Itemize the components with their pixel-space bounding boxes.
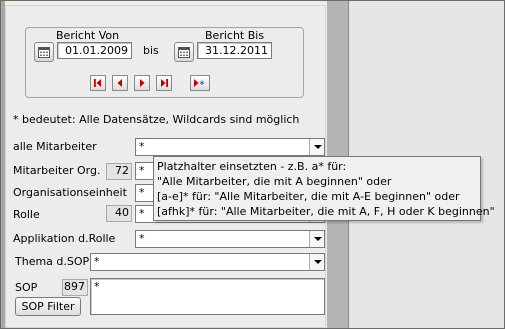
mitarbeiter-org-count: 72 <box>106 163 132 180</box>
alle-mitarbeiter-label: alle Mitarbeiter <box>13 140 97 153</box>
tooltip-line: "Alle Mitarbeiter, die mit A beginnen" o… <box>157 175 392 188</box>
tooltip-line: [a-e]* für: "Alle Mitarbeiter, die mit A… <box>157 190 460 203</box>
from-date-input[interactable]: 01.01.2009 <box>57 42 132 59</box>
chevron-down-icon[interactable] <box>309 254 324 270</box>
mitarbeiter-org-label: Mitarbeiter Org. <box>13 164 101 177</box>
first-record-button[interactable] <box>90 75 106 91</box>
rolle-label: Rolle <box>13 208 40 221</box>
last-record-button[interactable] <box>156 75 172 91</box>
tooltip-line: [afhk]* für: "Alle Mitarbeiter, die mit … <box>157 205 495 218</box>
previous-record-icon <box>117 79 122 87</box>
rolle-count: 40 <box>106 205 132 222</box>
tooltip-line: Platzhalter einsetzten - z.B. a* für: <box>157 160 347 173</box>
rolle-value: * <box>139 207 145 220</box>
alle-mitarbeiter-combo[interactable]: * <box>135 138 325 156</box>
thema-value: * <box>94 255 100 268</box>
chevron-down-icon[interactable] <box>309 231 324 247</box>
last-record-icon <box>161 79 168 87</box>
to-date-label: Bericht Bis <box>205 29 265 42</box>
applikation-value: * <box>139 232 145 245</box>
organisationseinheit-label: Organisationseinheit <box>13 186 127 199</box>
wildcard-hint: * bedeutet: Alle Datensätze, Wildcards s… <box>13 113 300 126</box>
sop-label: SOP <box>15 281 38 294</box>
organisationseinheit-value: * <box>139 186 145 199</box>
sop-filter-button[interactable]: SOP Filter <box>15 297 81 316</box>
previous-record-button[interactable] <box>112 75 128 91</box>
to-date-input[interactable]: 31.12.2011 <box>197 42 272 59</box>
new-record-button[interactable]: * <box>190 75 210 91</box>
next-record-icon <box>140 79 145 87</box>
wildcard-tooltip: Platzhalter einsetzten - z.B. a* für: "A… <box>153 156 495 221</box>
from-date-calendar-button[interactable] <box>34 42 54 62</box>
from-date-label: Bericht Von <box>56 29 120 42</box>
next-record-button[interactable] <box>134 75 150 91</box>
mitarbeiter-org-value: * <box>139 164 145 177</box>
calendar-icon <box>178 47 190 58</box>
svg-text:*: * <box>200 80 205 89</box>
sop-count: 897 <box>62 279 88 296</box>
calendar-icon <box>38 47 50 58</box>
between-label: bis <box>143 44 159 57</box>
thema-label: Thema d.SOP <box>15 255 90 268</box>
chevron-down-icon[interactable] <box>309 139 324 155</box>
first-record-icon <box>94 79 101 87</box>
sop-input[interactable]: * <box>90 278 325 315</box>
thema-combo[interactable]: * <box>90 253 325 271</box>
new-record-icon: * <box>194 79 205 89</box>
applikation-label: Applikation d.Rolle <box>13 232 116 245</box>
applikation-combo[interactable]: * <box>135 230 325 248</box>
to-date-calendar-button[interactable] <box>174 42 194 62</box>
alle-mitarbeiter-value: * <box>139 140 145 153</box>
